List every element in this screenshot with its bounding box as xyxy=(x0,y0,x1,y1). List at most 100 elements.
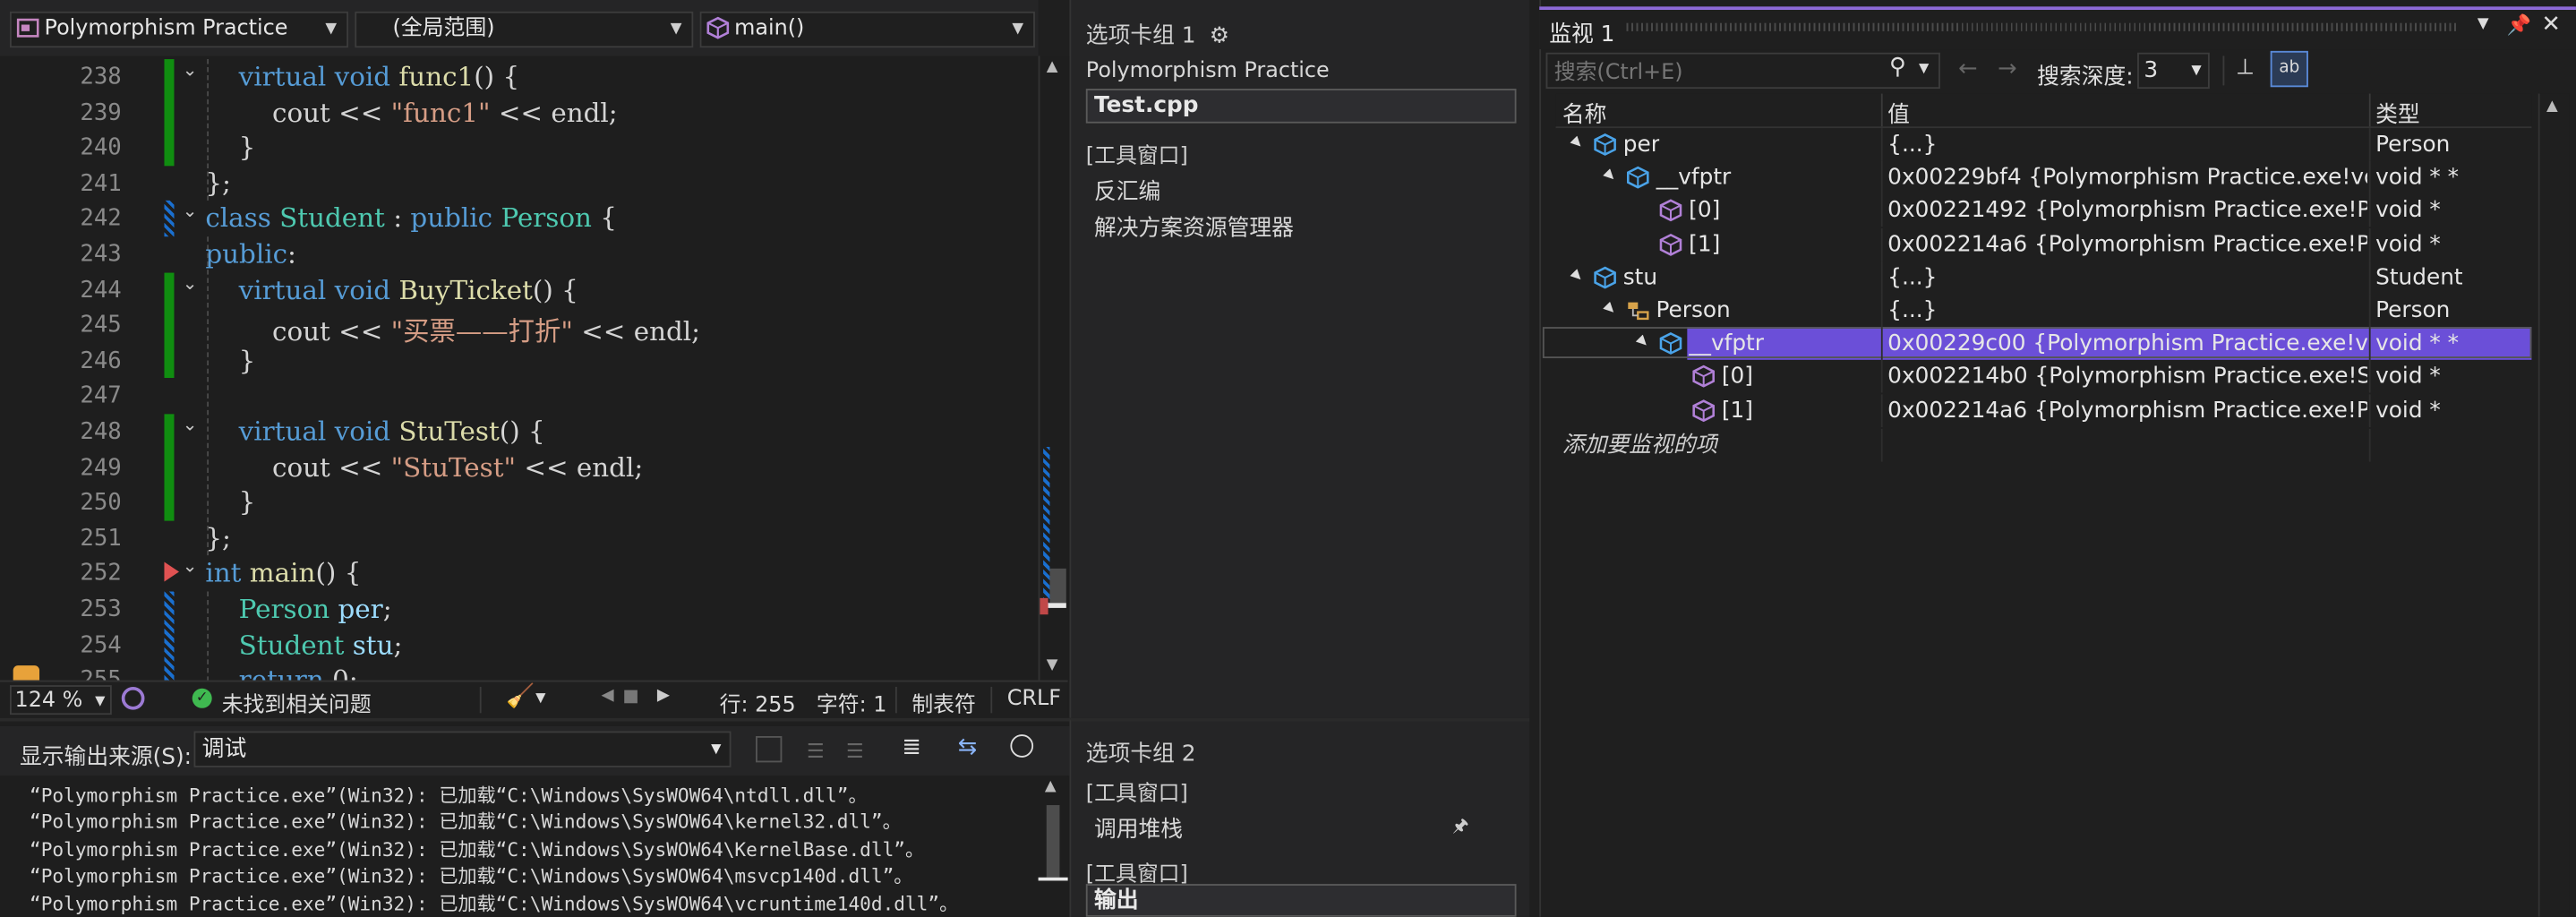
watch-row[interactable]: [1] 0x002214a6 {Polymorphism Practice.exe… xyxy=(1556,227,2532,261)
hex-display-icon[interactable]: ab xyxy=(2270,50,2308,88)
fold-chevron-icon[interactable]: ⌄ xyxy=(183,201,198,223)
watch-row[interactable]: ▼ stu {...} Student xyxy=(1556,261,2532,295)
word-wrap-icon[interactable]: ⇆ xyxy=(958,734,978,760)
column-header-type[interactable]: 类型 xyxy=(2375,95,2420,128)
watch-name: [0] xyxy=(1721,364,1753,390)
watch-row[interactable]: [1] 0x002214a6 {Polymorphism Practice.exe… xyxy=(1556,393,2532,427)
code-token: () { xyxy=(474,60,520,92)
member-combo[interactable]: main() ▼ xyxy=(699,11,1035,48)
copilot-icon[interactable] xyxy=(121,686,145,710)
watch-value[interactable]: 0x00221492 {Polymorphism Practice.exe!Pe… xyxy=(1887,194,2367,227)
window-menu-icon[interactable]: ▼ xyxy=(2478,16,2489,32)
search-depth-label: 搜索深度: xyxy=(2037,64,2134,90)
expand-triangle-icon[interactable]: ▼ xyxy=(1562,128,1593,159)
chevron-down-icon[interactable]: ▼ xyxy=(535,690,545,706)
goto-code-icon[interactable] xyxy=(756,735,783,763)
watch-value[interactable]: 0x00229c00 {Polymorphism Practice.exe!vo… xyxy=(1887,327,2367,360)
scroll-up-icon[interactable]: ▲ xyxy=(1047,59,1058,75)
tab-file-test-cpp[interactable]: Test.cpp xyxy=(1085,89,1517,124)
watch-search-input[interactable] xyxy=(1551,56,1887,90)
editor-scrollbar[interactable]: ▲ ▼ xyxy=(1038,56,1070,681)
breakpoint-arrow-icon[interactable] xyxy=(164,562,179,583)
watch-value[interactable]: 0x002214b0 {Polymorphism Practice.exe!St… xyxy=(1887,361,2367,394)
nav-back-icon[interactable]: ◀ xyxy=(602,687,614,705)
watch-row[interactable]: [0] 0x00221492 {Polymorphism Practice.exe… xyxy=(1556,194,2532,227)
pin-icon[interactable]: 📌 xyxy=(2507,13,2531,37)
watch-value[interactable]: {...} xyxy=(1887,294,2367,327)
fold-chevron-icon[interactable]: ⌄ xyxy=(183,59,198,81)
expand-triangle-icon[interactable]: ▼ xyxy=(1562,261,1593,291)
code-token: << endl; xyxy=(572,315,701,347)
scope-combo[interactable]: (全局范围) ▼ xyxy=(355,11,694,48)
watch-scrollbar[interactable]: ▲ xyxy=(2537,93,2570,917)
expand-triangle-icon[interactable]: ▼ xyxy=(1595,161,1625,192)
output-line: “Polymorphism Practice.exe”(Win32): 已加载“… xyxy=(30,810,902,834)
clear-all-icon[interactable]: ≣ xyxy=(902,734,921,760)
output-scrollbar[interactable]: ▲ xyxy=(1038,776,1068,917)
close-icon[interactable]: ✕ xyxy=(2541,12,2561,38)
tab-item-call-stack[interactable]: 调用堆栈 xyxy=(1094,810,1183,843)
search-back-icon[interactable]: ← xyxy=(1958,56,1978,81)
project-combo[interactable]: Polymorphism Practice ▼ xyxy=(10,11,348,48)
timestamp-icon[interactable] xyxy=(1010,734,1034,758)
watch-search-box[interactable]: ⚲ ▼ xyxy=(1545,52,1940,90)
fold-chevron-icon[interactable]: ⌄ xyxy=(183,272,198,294)
code-token: << endl; xyxy=(516,450,644,483)
code-cleanup-icon[interactable]: 🧹 xyxy=(506,683,535,709)
watch-value[interactable]: 0x002214a6 {Polymorphism Practice.exe!Pe… xyxy=(1887,394,2367,427)
watch-row[interactable]: ▼ __vfptr 0x00229bf4 {Polymorphism Practic… xyxy=(1556,161,2532,194)
code-token: per xyxy=(338,593,383,625)
pin-icon[interactable]: 🖈 xyxy=(1452,811,1469,843)
column-divider xyxy=(1880,194,1883,227)
tab-item-solution-explorer[interactable]: 解决方案资源管理器 xyxy=(1094,209,1294,241)
gear-icon[interactable]: ⚙ xyxy=(1210,23,1229,49)
watch-type: Person xyxy=(2375,297,2451,324)
issues-status[interactable]: 未找到相关问题 xyxy=(222,687,372,718)
pin-watch-icon[interactable]: ⊥ xyxy=(2236,56,2255,81)
scroll-down-icon[interactable]: ▼ xyxy=(1047,657,1058,673)
tab-item-disassembly[interactable]: 反汇编 xyxy=(1094,173,1160,205)
chevron-down-icon[interactable]: ▼ xyxy=(1919,61,1929,76)
watch-value[interactable]: 0x00229bf4 {Polymorphism Practice.exe!vo… xyxy=(1887,161,2367,194)
output-source-combo[interactable]: 调试 ▼ xyxy=(193,731,732,767)
nav-forward-icon[interactable]: ▶ xyxy=(657,687,670,705)
column-header-value[interactable]: 值 xyxy=(1887,95,1910,128)
scroll-thumb[interactable] xyxy=(1049,568,1066,608)
watch-value[interactable]: {...} xyxy=(1887,128,2367,161)
next-message-icon[interactable]: ☰ xyxy=(846,740,864,763)
watch-row[interactable]: [0] 0x002214b0 {Polymorphism Practice.exe… xyxy=(1556,360,2532,394)
code-token: << endl; xyxy=(490,96,618,128)
code-token: "买票——打折" xyxy=(390,315,573,347)
code-editor[interactable]: 238 ⌄ virtual void func1() {239 cout << "… xyxy=(0,56,1039,681)
tabs-indicator[interactable]: 制表符 xyxy=(911,687,976,718)
scroll-thumb[interactable] xyxy=(1046,805,1060,878)
column-header-name[interactable]: 名称 xyxy=(1562,95,1607,128)
scroll-up-icon[interactable]: ▲ xyxy=(2546,99,2558,115)
add-watch-placeholder[interactable]: 添加要监视的项 xyxy=(1562,429,1717,462)
watch-row[interactable]: ▼ __vfptr 0x00229c00 {Polymorphism Practic… xyxy=(1542,327,2532,361)
char-indicator[interactable]: 字符: 1 xyxy=(817,687,887,718)
search-icon[interactable]: ⚲ xyxy=(1889,55,1906,81)
watch-value[interactable]: 0x002214a6 {Polymorphism Practice.exe!Pe… xyxy=(1887,227,2367,261)
eol-indicator[interactable]: CRLF xyxy=(1007,687,1061,712)
code-token: return xyxy=(238,664,324,681)
fold-chevron-icon[interactable]: ⌄ xyxy=(183,556,198,578)
watch-row[interactable]: ▼ per {...} Person xyxy=(1556,128,2532,161)
nav-stop-icon[interactable] xyxy=(624,690,638,704)
line-indicator[interactable]: 行: 255 xyxy=(720,687,796,718)
zoom-combo[interactable]: 124 % ▼ xyxy=(10,685,112,716)
search-depth-combo[interactable]: 3 ▼ xyxy=(2137,52,2210,90)
search-forward-icon[interactable]: → xyxy=(1998,56,2017,81)
prev-message-icon[interactable]: ☰ xyxy=(807,740,825,763)
watch-value[interactable]: {...} xyxy=(1887,261,2367,294)
fold-chevron-icon[interactable]: ⌄ xyxy=(183,414,198,435)
method-cube-icon xyxy=(706,16,730,46)
column-divider xyxy=(2368,393,2371,427)
add-watch-row[interactable]: 添加要监视的项 xyxy=(1556,428,2532,462)
watch-type: Student xyxy=(2375,264,2463,291)
scroll-up-icon[interactable]: ▲ xyxy=(1045,779,1057,795)
watch-row[interactable]: ▼ Person {...} Person xyxy=(1556,294,2532,328)
expand-triangle-icon[interactable]: ▼ xyxy=(1595,294,1625,324)
tab-item-output[interactable]: 输出 xyxy=(1085,884,1517,917)
